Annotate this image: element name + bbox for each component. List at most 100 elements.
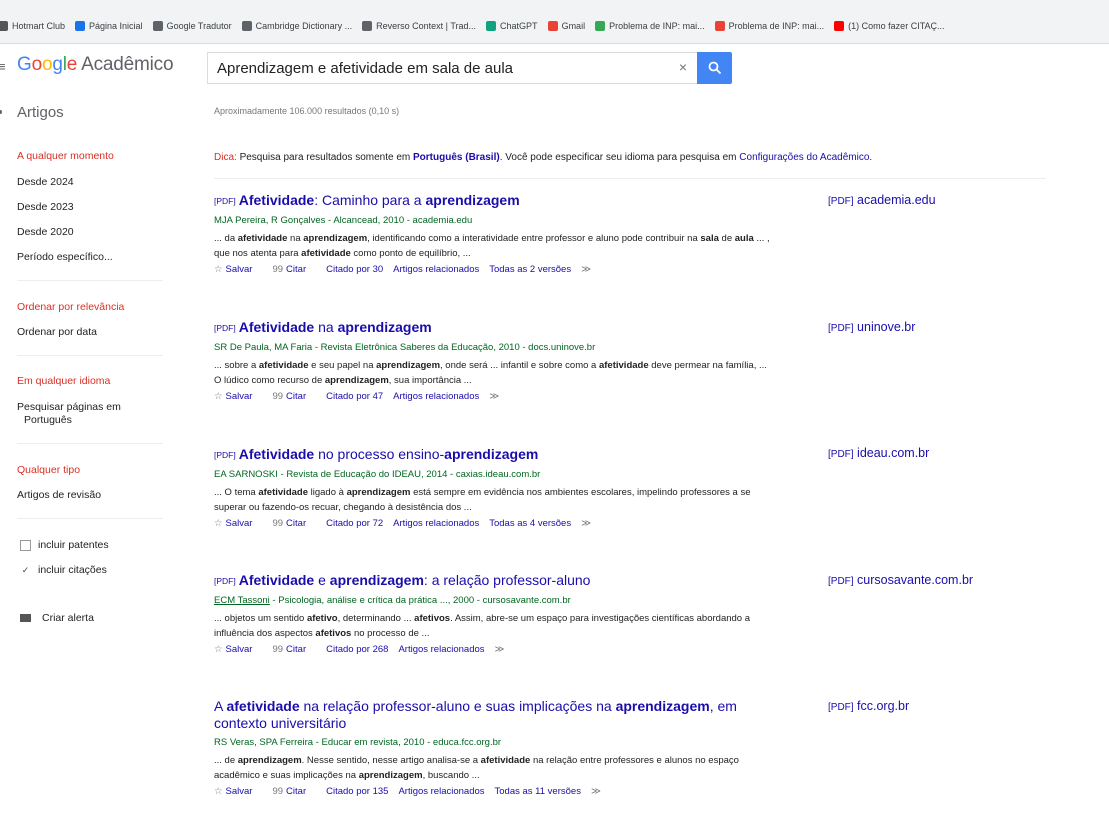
more-icon[interactable]: ≫	[591, 786, 601, 797]
sidebar-divider	[17, 518, 163, 519]
filter-custom-period[interactable]: Período específico...	[17, 251, 113, 263]
snippet-text: ... de	[214, 755, 238, 766]
bookmark-item[interactable]: Reverso Context | Trad...	[362, 21, 476, 31]
related-articles-link[interactable]: Artigos relacionados	[398, 644, 484, 655]
save-button[interactable]: ☆ Salvar	[214, 644, 262, 655]
pdf-tag: [PDF]	[828, 449, 854, 460]
cited-by-link[interactable]: Citado por 135	[326, 786, 388, 797]
bookmark-item[interactable]: (1) Como fazer CITAÇ...	[834, 21, 945, 31]
clear-icon[interactable]: ×	[679, 59, 687, 75]
more-icon[interactable]: ≫	[489, 391, 499, 402]
filter-since-2020[interactable]: Desde 2020	[17, 226, 74, 238]
search-input[interactable]	[208, 53, 648, 83]
title-text: aprendizagem	[329, 572, 424, 588]
bookmark-label: Problema de INP: mai...	[728, 21, 825, 31]
save-button[interactable]: ☆ Salvar	[214, 786, 262, 797]
sidebar-divider	[17, 355, 163, 356]
save-button[interactable]: ☆ Salvar	[214, 264, 262, 275]
related-articles-link[interactable]: Artigos relacionados	[398, 786, 484, 797]
create-alert-link[interactable]: Criar alerta	[20, 612, 94, 624]
menu-icon[interactable]: ≡	[0, 59, 6, 74]
pdf-source-link[interactable]: [PDF] cursosavante.com.br	[828, 573, 973, 587]
filter-any-time[interactable]: A qualquer momento	[17, 150, 114, 162]
search-result: [PDF] Afetividade na aprendizagem SR De Pa…	[214, 319, 774, 402]
result-title-link[interactable]: [PDF] Afetividade no processo ensino-apre…	[214, 446, 774, 464]
bookmark-icon	[362, 21, 373, 31]
cited-by-link[interactable]: Citado por 268	[326, 644, 388, 655]
result-title-link[interactable]: [PDF] Afetividade: Caminho para a aprendi…	[214, 192, 774, 210]
include-citations-checkbox[interactable]: ✓ incluir citações	[20, 564, 107, 576]
scholar-settings-link[interactable]: Configurações do Acadêmico	[739, 152, 869, 163]
cite-button[interactable]: 99 Citar	[272, 391, 316, 402]
related-articles-link[interactable]: Artigos relacionados	[393, 518, 479, 529]
filter-review-articles[interactable]: Artigos de revisão	[17, 489, 101, 501]
pdf-source-link[interactable]: [PDF] academia.edu	[828, 193, 936, 207]
cite-label: Citar	[286, 786, 307, 797]
tip-language-link[interactable]: Português (Brasil)	[413, 152, 500, 163]
sidebar-section-artigos[interactable]: Artigos	[17, 104, 64, 121]
pdf-source-link[interactable]: [PDF] uninove.br	[828, 320, 915, 334]
bookmark-item[interactable]: Cambridge Dictionary ...	[241, 21, 352, 31]
cite-button[interactable]: 99 Citar	[272, 786, 316, 797]
filter-since-2023[interactable]: Desde 2023	[17, 201, 74, 213]
cite-button[interactable]: 99 Citar	[272, 644, 316, 655]
title-text: na relação professor-aluno e suas implic…	[299, 698, 616, 714]
cite-button[interactable]: 99 Citar	[272, 264, 316, 275]
save-button[interactable]: ☆ Salvar	[214, 518, 262, 529]
all-versions-link[interactable]: Todas as 2 versões	[489, 264, 571, 275]
pdf-source-domain: uninove.br	[853, 320, 916, 334]
save-button[interactable]: ☆ Salvar	[214, 391, 262, 402]
bookmark-item[interactable]: Página Inicial	[75, 21, 143, 31]
result-title-link[interactable]: [PDF] Afetividade e aprendizagem: a relaç…	[214, 572, 774, 590]
cite-label: Citar	[286, 391, 307, 402]
snippet-text: afetividade	[258, 487, 308, 498]
sort-relevance[interactable]: Ordenar por relevância	[17, 301, 124, 313]
result-actions: ☆ Salvar 99 Citar Citado por 47 Artigos relac…	[214, 391, 774, 402]
bookmark-label: Página Inicial	[89, 21, 143, 31]
filter-any-type[interactable]: Qualquer tipo	[17, 464, 80, 476]
more-icon[interactable]: ≫	[581, 518, 591, 529]
bookmark-item[interactable]: Google Tradutor	[152, 21, 232, 31]
result-snippet: ... da afetividade na aprendizagem, iden…	[214, 231, 774, 261]
related-articles-link[interactable]: Artigos relacionados	[393, 264, 479, 275]
result-title-link[interactable]: A afetividade na relação professor-aluno…	[214, 698, 759, 732]
bookmark-item[interactable]: ChatGPT	[486, 21, 538, 31]
related-articles-link[interactable]: Artigos relacionados	[393, 391, 479, 402]
all-versions-link[interactable]: Todas as 4 versões	[489, 518, 571, 529]
more-icon[interactable]: ≫	[581, 264, 591, 275]
snippet-text: , onde será ... infantil e sobre como a	[440, 360, 599, 371]
bookmark-item[interactable]: Hotmart Club	[0, 21, 65, 31]
cited-by-link[interactable]: Citado por 72	[326, 518, 383, 529]
bookmark-item[interactable]: Gmail	[547, 21, 586, 31]
save-label: Salvar	[225, 518, 253, 529]
bookmark-item[interactable]: Problema de INP: mai...	[714, 21, 825, 31]
filter-any-language[interactable]: Em qualquer idioma	[17, 375, 110, 387]
search-button[interactable]	[697, 52, 732, 84]
all-versions-link[interactable]: Todas as 11 versões	[495, 786, 581, 797]
include-patents-checkbox[interactable]: incluir patentes	[20, 539, 109, 551]
filter-portuguese[interactable]: Pesquisar páginas em Português	[17, 401, 121, 427]
sort-date[interactable]: Ordenar por data	[17, 326, 97, 338]
cite-button[interactable]: 99 Citar	[272, 518, 316, 529]
cited-by-link[interactable]: Citado por 30	[326, 264, 383, 275]
bookmark-item[interactable]: Problema de INP: mai...	[595, 21, 705, 31]
title-text: Afetividade	[238, 446, 315, 462]
more-icon[interactable]: ≫	[495, 644, 505, 655]
result-title-link[interactable]: [PDF] Afetividade na aprendizagem	[214, 319, 774, 337]
result-source: - Psicologia, análise e crítica da práti…	[269, 595, 571, 606]
pdf-source-link[interactable]: [PDF] ideau.com.br	[828, 446, 929, 460]
snippet-text: aula	[734, 233, 754, 244]
star-icon: ☆	[214, 786, 223, 797]
bookmark-icon	[595, 21, 606, 31]
search-result: [PDF] Afetividade: Caminho para a aprendi…	[214, 192, 774, 275]
author-link[interactable]: ECM Tassoni	[214, 595, 270, 606]
filter-since-2024[interactable]: Desde 2024	[17, 176, 74, 188]
pdf-source-link[interactable]: [PDF] fcc.org.br	[828, 699, 909, 713]
result-snippet: ... sobre a afetividade e seu papel na a…	[214, 358, 774, 388]
pdf-source-domain: cursosavante.com.br	[853, 573, 974, 587]
cited-by-link[interactable]: Citado por 47	[326, 391, 383, 402]
cite-label: Citar	[286, 264, 307, 275]
bookmark-label: Gmail	[561, 21, 586, 31]
scholar-logo[interactable]: Google Acadêmico	[17, 54, 174, 76]
bookmark-label: ChatGPT	[500, 21, 538, 31]
